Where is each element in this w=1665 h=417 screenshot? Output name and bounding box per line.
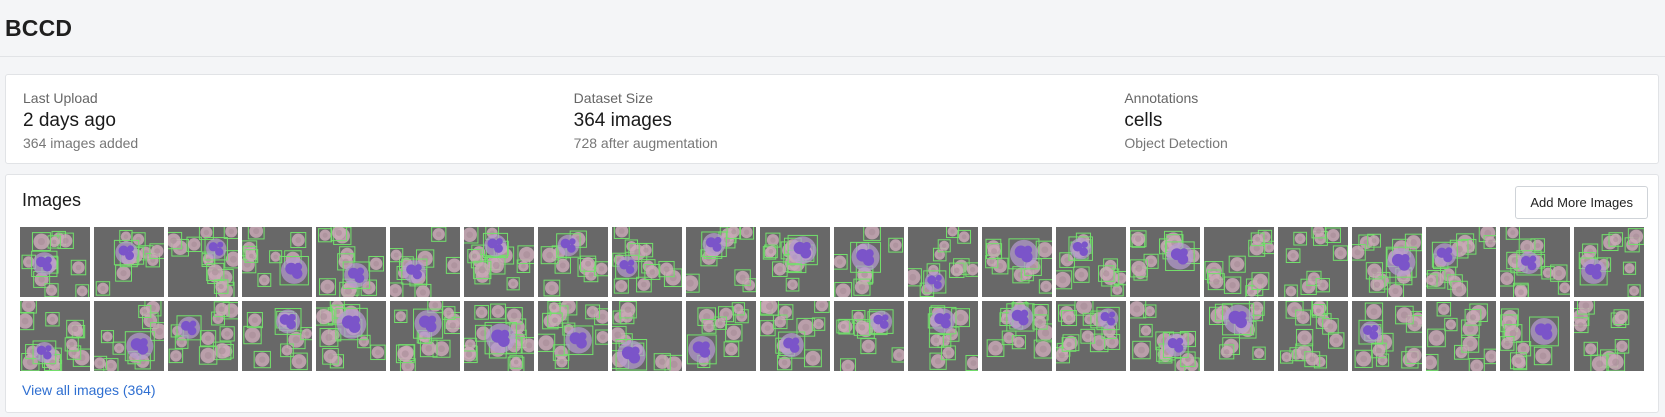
image-thumbnail[interactable] [760,227,830,297]
image-thumbnail[interactable] [316,301,386,371]
image-thumbnail[interactable] [168,301,238,371]
image-thumbnail[interactable] [538,227,608,297]
add-more-images-button[interactable]: Add More Images [1515,186,1648,219]
image-thumbnail[interactable] [1056,227,1126,297]
page: BCCD Last Upload 2 days ago 364 images a… [0,0,1665,417]
stat-label: Last Upload [23,90,98,106]
image-thumbnail[interactable] [242,227,312,297]
image-thumbnail[interactable] [1426,301,1496,371]
image-thumbnail[interactable] [94,227,164,297]
stat-subtext: Object Detection [1124,135,1228,151]
dataset-stats-card: Last Upload 2 days ago 364 images added … [5,74,1659,164]
image-thumbnail[interactable] [1500,227,1570,297]
image-thumbnail[interactable] [1352,301,1422,371]
stat-value: 2 days ago [23,110,116,131]
image-thumbnail[interactable] [1130,227,1200,297]
image-thumbnail-grid [20,227,1650,375]
image-thumbnail[interactable] [464,301,534,371]
image-thumbnail[interactable] [464,227,534,297]
image-thumbnail[interactable] [1204,227,1274,297]
image-thumbnail[interactable] [612,227,682,297]
page-title: BCCD [5,14,73,41]
image-thumbnail[interactable] [20,227,90,297]
stat-subtext: 364 images added [23,135,139,151]
image-thumbnail[interactable] [1574,301,1644,371]
image-thumbnail[interactable] [834,301,904,371]
image-thumbnail[interactable] [982,301,1052,371]
image-thumbnail[interactable] [1574,227,1644,297]
stat-dataset-size: Dataset Size 364 images 728 after augmen… [557,75,1108,163]
image-thumbnail[interactable] [1500,301,1570,371]
image-thumbnail[interactable] [760,301,830,371]
image-thumbnail[interactable] [1352,227,1422,297]
image-thumbnail[interactable] [834,227,904,297]
stat-last-upload: Last Upload 2 days ago 364 images added [6,75,557,163]
image-thumbnail[interactable] [316,227,386,297]
stat-label: Annotations [1124,90,1199,106]
image-thumbnail[interactable] [1278,227,1348,297]
images-section-title: Images [22,190,82,210]
image-thumbnail[interactable] [612,301,682,371]
thumbnail-row [20,227,1650,297]
stat-annotations: Annotations cells Object Detection [1107,75,1658,163]
stat-subtext: 728 after augmentation [573,135,718,151]
image-thumbnail[interactable] [242,301,312,371]
stat-value: cells [1124,110,1163,131]
image-thumbnail[interactable] [390,301,460,371]
image-thumbnail[interactable] [1130,301,1200,371]
stat-value: 364 images [573,110,672,131]
view-all-images-link[interactable]: View all images (364) [22,382,156,398]
image-thumbnail[interactable] [1204,301,1274,371]
image-thumbnail[interactable] [20,301,90,371]
image-thumbnail[interactable] [1426,227,1496,297]
stat-label: Dataset Size [573,90,654,106]
image-thumbnail[interactable] [168,227,238,297]
page-header: BCCD [0,0,1665,57]
image-thumbnail[interactable] [1056,301,1126,371]
image-thumbnail[interactable] [982,227,1052,297]
image-thumbnail[interactable] [686,301,756,371]
image-thumbnail[interactable] [1278,301,1348,371]
image-thumbnail[interactable] [94,301,164,371]
thumbnail-row [20,301,1650,371]
image-thumbnail[interactable] [908,301,978,371]
image-thumbnail[interactable] [908,227,978,297]
image-thumbnail[interactable] [390,227,460,297]
image-thumbnail[interactable] [686,227,756,297]
images-card: Images Add More Images View all images (… [5,174,1659,413]
image-thumbnail[interactable] [538,301,608,371]
